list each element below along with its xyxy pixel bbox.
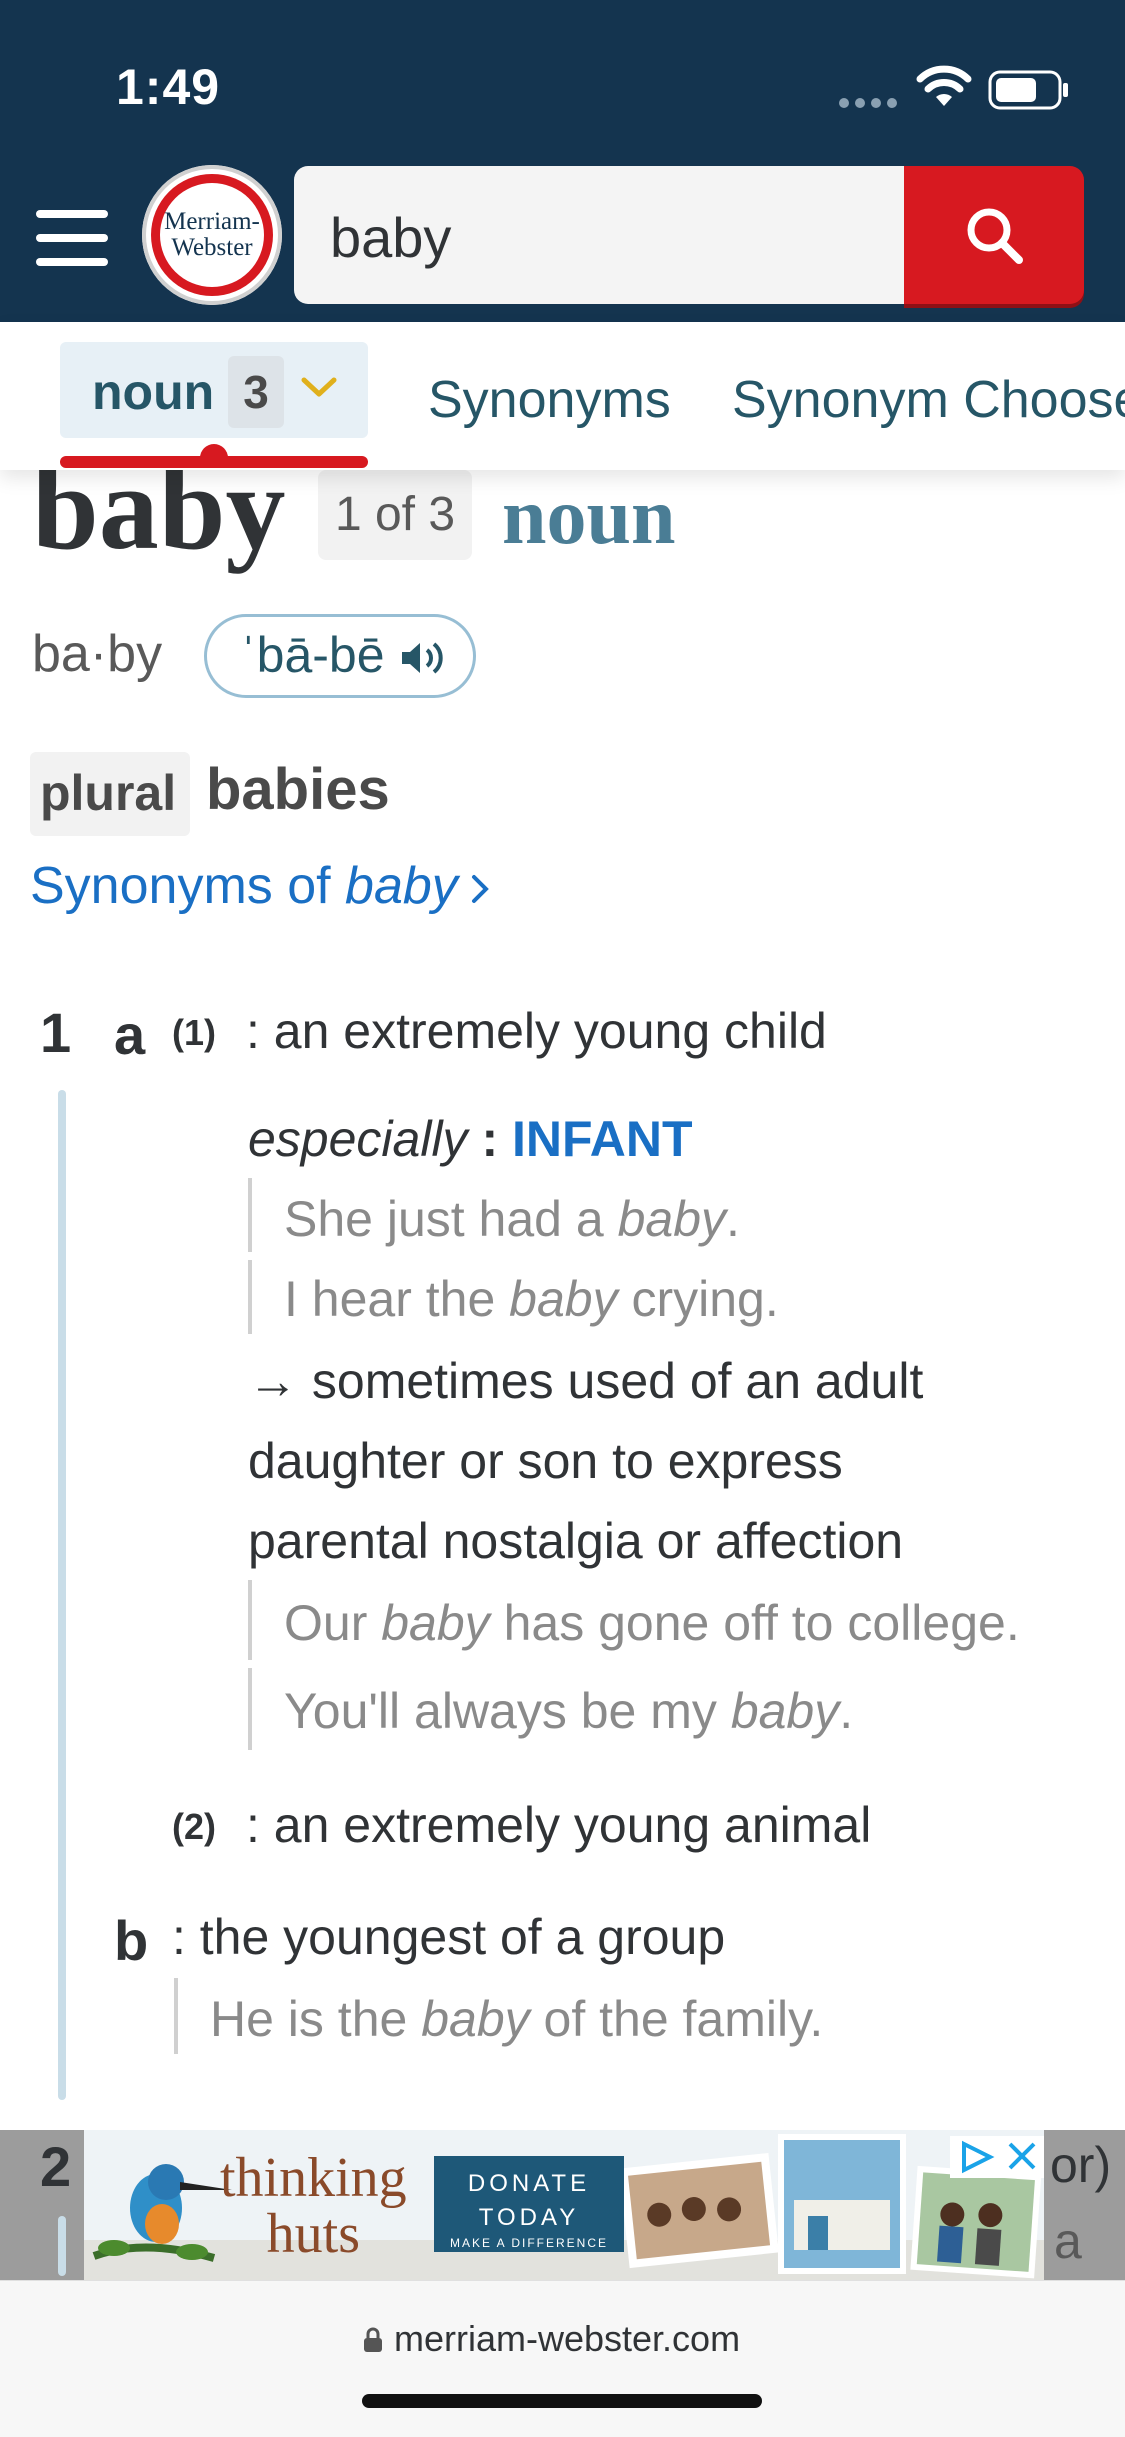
- plural-label: plural: [40, 765, 177, 821]
- synonyms-of-link[interactable]: Synonyms of baby: [30, 856, 496, 916]
- definition-text: : the youngest of a group: [172, 1909, 726, 1965]
- syllabification: ba·by: [32, 625, 163, 683]
- arrow-icon: →: [248, 1353, 298, 1409]
- lock-icon: [364, 2327, 382, 2352]
- home-indicator[interactable]: [362, 2394, 762, 2408]
- status-time: 1:49: [116, 59, 221, 115]
- battery-icon: [988, 70, 1070, 115]
- wifi-icon: [916, 64, 972, 113]
- chevron-down-icon[interactable]: [300, 376, 338, 405]
- part-of-speech: noun: [502, 473, 676, 561]
- especially-colon: :: [467, 1111, 512, 1167]
- chevron-right-icon[interactable]: [458, 857, 496, 915]
- definition-text-partial: or): [1050, 2137, 1112, 2193]
- example-sentence: She just had a baby.: [284, 1191, 740, 1247]
- example-bar: [248, 1580, 252, 1660]
- pronunciation-text[interactable]: ˈbā-bē: [240, 626, 385, 684]
- ad-choices-close[interactable]: [950, 2136, 1044, 2178]
- example-bar: [248, 1260, 252, 1334]
- sense-guide-line: [58, 2216, 66, 2276]
- sense-guide-line: [58, 1090, 66, 2100]
- hamburger-menu-icon[interactable]: [36, 210, 108, 266]
- sense-number: 1: [40, 1001, 72, 1064]
- example-sentence: Our baby has gone off to college.: [284, 1595, 1020, 1651]
- subsense-number: (1): [172, 1012, 216, 1053]
- example-sentence: I hear the baby crying.: [284, 1271, 779, 1327]
- definition-text: : an extremely young animal: [246, 1797, 872, 1853]
- sense-number: 2: [40, 2135, 72, 2198]
- synonyms-link-word[interactable]: baby: [345, 857, 458, 915]
- search-icon: [967, 208, 1023, 264]
- sense-letter: b: [114, 1909, 149, 1972]
- logo-line-1: Merriam-: [164, 208, 260, 235]
- usage-note: daughter or son to express: [248, 1433, 843, 1489]
- tab-synonym-chooser[interactable]: Synonym Chooser: [732, 370, 1125, 430]
- definition-text-partial: a: [1054, 2213, 1082, 2269]
- url-display[interactable]: merriam-webster.com: [362, 2318, 740, 2360]
- especially-label: especially: [248, 1111, 468, 1167]
- url-domain[interactable]: merriam-webster.com: [394, 2318, 740, 2359]
- example-sentence: You'll always be my baby.: [284, 1683, 854, 1739]
- example-bar: [248, 1178, 252, 1252]
- ad-donate-button[interactable]: DONATE TODAY MAKE A DIFFERENCE: [434, 2156, 624, 2252]
- speaker-icon[interactable]: [398, 638, 450, 683]
- close-icon: [1008, 2142, 1036, 2170]
- infant-link[interactable]: INFANT: [512, 1111, 693, 1167]
- ad-choices-icon: [962, 2140, 995, 2174]
- usage-note: parental nostalgia or affection: [248, 1513, 904, 1569]
- subsense-number: (2): [172, 1806, 216, 1847]
- ad-brand-name[interactable]: thinking huts: [220, 2150, 407, 2262]
- search-input-value[interactable]: baby: [330, 205, 451, 270]
- entry-index-badge: 1 of 3: [318, 470, 472, 560]
- tab-noun-label[interactable]: noun: [92, 363, 214, 421]
- example-bar: [248, 1668, 252, 1750]
- especially-line: especially : INFANT: [248, 1110, 693, 1168]
- example-sentence: He is the baby of the family.: [210, 1991, 824, 2047]
- definition-text: : an extremely young child: [246, 1003, 827, 1059]
- tab-noun-count-badge[interactable]: 3: [228, 356, 284, 428]
- sense-letter: a: [114, 1003, 146, 1066]
- plural-word: babies: [206, 757, 390, 822]
- merriam-webster-logo[interactable]: Merriam- Webster: [142, 165, 282, 305]
- signal-icon: [838, 96, 900, 115]
- example-bar: [174, 1978, 178, 2054]
- logo-line-2: Webster: [171, 234, 253, 261]
- synonyms-link-prefix[interactable]: Synonyms of: [30, 857, 345, 915]
- usage-note: → sometimes used of an adult: [248, 1353, 924, 1409]
- tab-synonyms[interactable]: Synonyms: [428, 370, 671, 430]
- search-button[interactable]: [904, 166, 1084, 304]
